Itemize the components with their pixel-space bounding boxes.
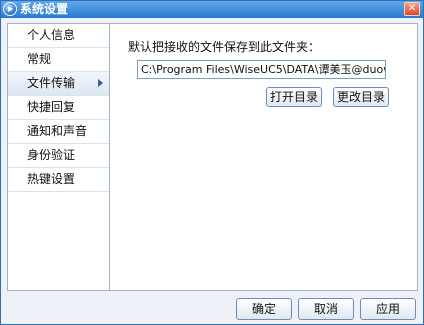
sidebar-item-general[interactable]: 常规 xyxy=(8,48,109,72)
chevron-right-icon xyxy=(98,79,103,87)
save-path-value: C:\Program Files\WiseUC5\DATA\谭美玉@duowin… xyxy=(141,63,385,76)
sidebar-item-label: 文件传输 xyxy=(27,76,76,90)
sidebar-item-quick-reply[interactable]: 快捷回复 xyxy=(8,96,109,120)
sidebar-item-label: 身份验证 xyxy=(27,148,76,162)
sidebar-item-label: 热键设置 xyxy=(27,172,76,186)
open-directory-button[interactable]: 打开目录 xyxy=(266,87,322,107)
settings-sidebar: 个人信息 常规 文件传输 快捷回复 通知和声音 身份验证 热键设置 xyxy=(7,23,110,291)
sidebar-item-hotkeys[interactable]: 热键设置 xyxy=(8,168,109,192)
cancel-button[interactable]: 取消 xyxy=(298,298,354,320)
sidebar-item-personal-info[interactable]: 个人信息 xyxy=(8,24,109,48)
settings-body: 个人信息 常规 文件传输 快捷回复 通知和声音 身份验证 热键设置 默认把接收的… xyxy=(7,23,418,291)
sidebar-item-label: 通知和声音 xyxy=(27,124,88,138)
sidebar-item-identity-verification[interactable]: 身份验证 xyxy=(8,144,109,168)
save-folder-label: 默认把接收的文件保存到此文件夹： xyxy=(128,40,321,54)
sidebar-item-file-transfer[interactable]: 文件传输 xyxy=(8,72,109,96)
change-directory-button[interactable]: 更改目录 xyxy=(333,87,389,107)
settings-window: 系统设置 ✕ 个人信息 常规 文件传输 快捷回复 通知和声音 身份验证 热键设置… xyxy=(0,0,424,325)
sidebar-item-notifications-sound[interactable]: 通知和声音 xyxy=(8,120,109,144)
file-transfer-panel: 默认把接收的文件保存到此文件夹： C:\Program Files\WiseUC… xyxy=(110,23,418,291)
apply-button[interactable]: 应用 xyxy=(360,298,416,320)
ok-button[interactable]: 确定 xyxy=(236,298,292,320)
save-path-field[interactable]: C:\Program Files\WiseUC5\DATA\谭美玉@duowin… xyxy=(137,60,386,79)
window-title: 系统设置 xyxy=(20,2,69,16)
close-button[interactable]: ✕ xyxy=(404,2,420,16)
sidebar-item-label: 个人信息 xyxy=(27,28,76,42)
title-bar[interactable]: 系统设置 ✕ xyxy=(1,1,423,18)
app-logo-icon xyxy=(3,2,17,16)
sidebar-item-label: 常规 xyxy=(27,52,52,66)
sidebar-item-label: 快捷回复 xyxy=(27,100,76,114)
dialog-footer: 确定 取消 应用 xyxy=(1,294,423,324)
